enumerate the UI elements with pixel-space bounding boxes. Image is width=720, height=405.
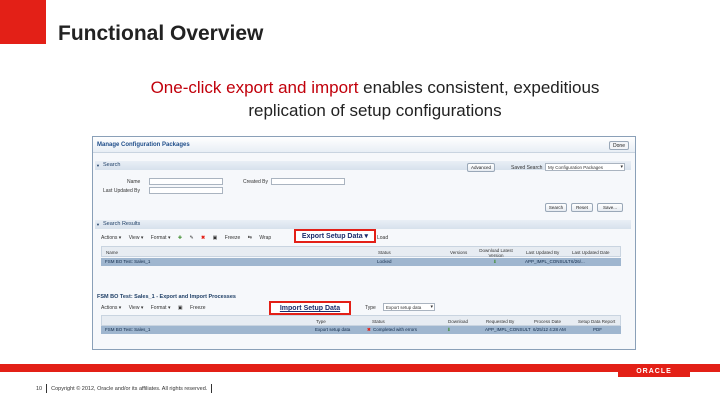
results-actions-menu[interactable]: Actions ▾ bbox=[101, 235, 121, 241]
done-button[interactable]: Done bbox=[609, 141, 629, 150]
error-icon: ✖ bbox=[367, 327, 371, 332]
results-freeze-button[interactable]: Freeze bbox=[225, 235, 241, 241]
table-row[interactable]: FSM BO Test: Sales_1 Locked ⬇ APP_IMPL_C… bbox=[101, 258, 621, 266]
title-accent-block bbox=[0, 0, 46, 44]
col-requested-by[interactable]: Requested By bbox=[486, 319, 514, 324]
load-label: Load bbox=[377, 235, 389, 241]
search-button[interactable]: Search bbox=[545, 203, 567, 212]
detach-icon[interactable]: ▣ bbox=[213, 233, 218, 243]
row-name: FSM BO Test: Sales_1 bbox=[105, 259, 151, 264]
processes-freeze-button[interactable]: Freeze bbox=[190, 305, 206, 311]
results-toolbar: Actions ▾ View ▾ Format ▾ ✚ ✎ ✖ ▣ Freeze… bbox=[101, 233, 277, 243]
col-status[interactable]: Status bbox=[378, 250, 391, 255]
name-label: Name bbox=[127, 179, 141, 185]
saved-search-label: Saved Search bbox=[511, 165, 543, 171]
delete-icon[interactable]: ✖ bbox=[201, 233, 205, 243]
row-last-updated-by: APP_IMPL_CONSULT bbox=[525, 259, 571, 264]
process-row-type: Export setup data bbox=[315, 327, 351, 332]
last-updated-by-label: Last Updated By bbox=[103, 188, 140, 194]
subtitle-highlight: One-click export and import bbox=[150, 78, 359, 97]
search-results-section-header[interactable]: Search Results bbox=[95, 220, 631, 229]
import-setup-data-button[interactable]: Import Setup Data bbox=[280, 305, 340, 312]
results-wrap-button[interactable]: Wrap bbox=[259, 235, 271, 241]
subtitle-line1-rest: enables consistent, expeditious bbox=[358, 78, 600, 97]
process-row-name: FSM BO Test: Sales_1 bbox=[105, 327, 151, 332]
copyright-text: Copyright © 2012, Oracle and/or its affi… bbox=[51, 385, 208, 392]
pdf-report-link[interactable]: PDF bbox=[593, 327, 602, 332]
type-label: Type bbox=[365, 305, 376, 311]
app-screenshot: Manage Configuration Packages Done Searc… bbox=[92, 136, 636, 350]
process-row-status[interactable]: Completed with errors bbox=[373, 327, 417, 332]
last-updated-by-field[interactable] bbox=[149, 187, 223, 194]
results-table-header: Name Status Versions Download Latest Ver… bbox=[101, 246, 621, 258]
process-row-date: 6/25/12 4:28 AM bbox=[533, 327, 566, 332]
type-select[interactable]: Export setup data bbox=[383, 303, 435, 311]
footer: 10 Copyright © 2012, Oracle and/or its af… bbox=[36, 384, 216, 393]
processes-toolbar: Actions ▾ View ▾ Format ▾ ▣ Freeze bbox=[101, 303, 212, 313]
slide-subtitle: One-click export and import enables cons… bbox=[60, 76, 690, 122]
processes-section-header: FSM BO Test: Sales_1 - Export and Import… bbox=[97, 294, 236, 300]
col-name[interactable]: Name bbox=[106, 250, 118, 255]
oracle-logo: ORACLE bbox=[618, 366, 690, 377]
results-view-menu[interactable]: View ▾ bbox=[129, 235, 144, 241]
col-process-date[interactable]: Process Date bbox=[534, 319, 561, 324]
col-versions[interactable]: Versions bbox=[450, 250, 467, 255]
subtitle-line2: replication of setup configurations bbox=[248, 101, 502, 120]
wrap-icon[interactable]: ⇆ bbox=[248, 233, 252, 243]
saved-search-select[interactable]: My Configuration Packages bbox=[545, 163, 625, 171]
footer-separator bbox=[46, 384, 48, 393]
created-by-field[interactable] bbox=[271, 178, 345, 185]
processes-view-menu[interactable]: View ▾ bbox=[129, 305, 144, 311]
reset-button[interactable]: Reset bbox=[571, 203, 593, 212]
col-download[interactable]: Download bbox=[448, 319, 468, 324]
name-field[interactable] bbox=[149, 178, 223, 185]
detach-icon[interactable]: ▣ bbox=[178, 303, 183, 313]
col-last-updated-date[interactable]: Last Updated Date bbox=[572, 250, 610, 255]
process-row-requested-by: APP_IMPL_CONSULT bbox=[485, 327, 531, 332]
advanced-button[interactable]: Advanced bbox=[467, 163, 495, 172]
processes-table-header: Type Status Download Requested By Proces… bbox=[101, 315, 621, 326]
window-title: Manage Configuration Packages bbox=[97, 142, 190, 148]
row-last-updated-date: 6/26/... bbox=[571, 259, 585, 264]
col-setup-data-report[interactable]: Setup Data Report bbox=[578, 319, 615, 324]
created-by-label: Created By bbox=[243, 179, 269, 185]
slide-title: Functional Overview bbox=[58, 22, 264, 45]
page-number: 10 bbox=[36, 385, 43, 392]
edit-icon[interactable]: ✎ bbox=[189, 233, 193, 243]
import-setup-data-callout[interactable]: Import Setup Data bbox=[269, 301, 351, 315]
col-last-updated-by[interactable]: Last Updated By bbox=[526, 250, 559, 255]
export-setup-data-callout[interactable]: Export Setup Data ▾ bbox=[294, 229, 376, 243]
col-process-status[interactable]: Status bbox=[372, 319, 385, 324]
row-status: Locked bbox=[377, 259, 392, 264]
download-icon[interactable]: ⬇ bbox=[493, 259, 497, 265]
export-setup-data-button[interactable]: Export Setup Data bbox=[302, 233, 363, 240]
results-format-menu[interactable]: Format ▾ bbox=[151, 235, 171, 241]
processes-format-menu[interactable]: Format ▾ bbox=[151, 305, 171, 311]
footer-separator bbox=[211, 384, 213, 393]
table-row[interactable]: FSM BO Test: Sales_1 Export setup data ✖… bbox=[101, 326, 621, 334]
processes-actions-menu[interactable]: Actions ▾ bbox=[101, 305, 121, 311]
save-button[interactable]: Save... bbox=[597, 203, 623, 212]
footer-accent-bar bbox=[0, 364, 720, 372]
col-download-latest[interactable]: Download Latest Version bbox=[476, 248, 516, 258]
add-icon[interactable]: ✚ bbox=[178, 233, 182, 243]
window-header: Manage Configuration Packages Done bbox=[93, 137, 635, 153]
col-type[interactable]: Type bbox=[316, 319, 326, 324]
download-icon[interactable]: ⬇ bbox=[447, 327, 451, 333]
